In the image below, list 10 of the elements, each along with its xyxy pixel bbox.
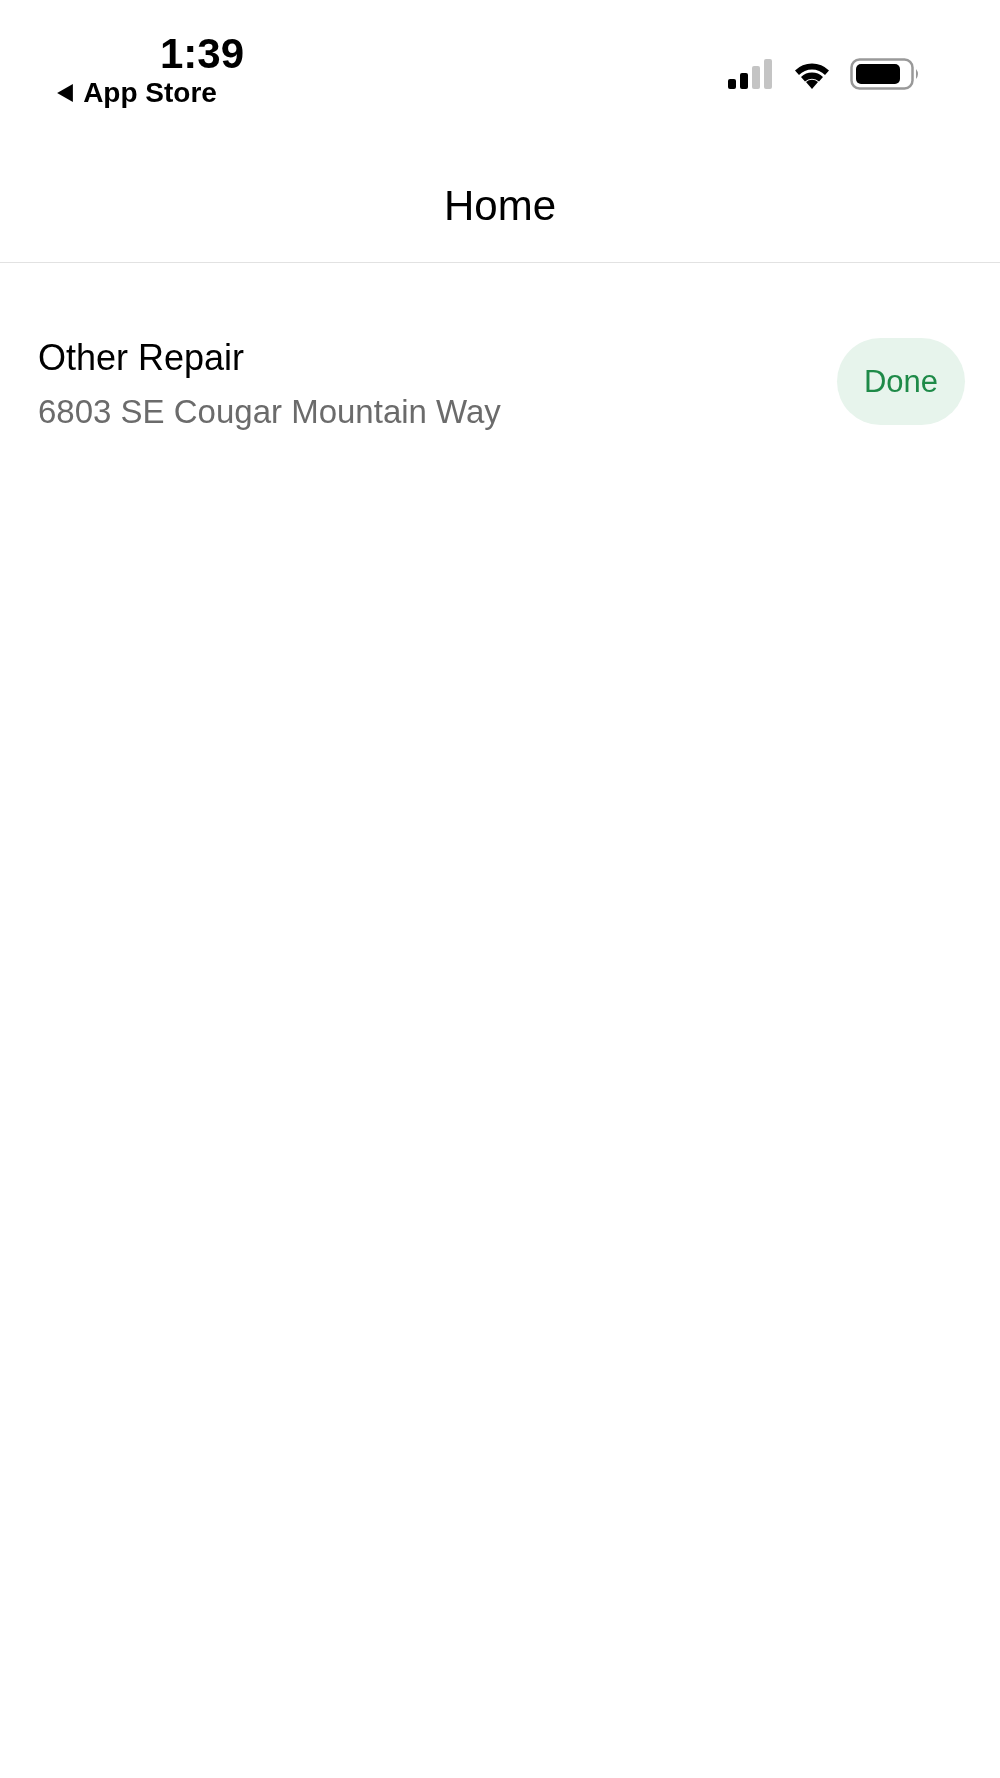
status-time: 1:39: [160, 32, 245, 76]
job-title: Other Repair: [38, 336, 246, 380]
back-to-app-link[interactable]: App Store: [57, 76, 217, 110]
status-badge: Done: [836, 337, 965, 425]
screen-title: Home: [443, 182, 556, 230]
signal-icon: [728, 59, 774, 89]
battery-icon: [850, 58, 920, 90]
job-address: 6803 SE Cougar Mountain Way: [38, 392, 501, 432]
back-triangle-icon: [57, 84, 74, 102]
job-row[interactable]: Other Repair 6803 SE Cougar Mountain Way Done: [38, 263, 962, 454]
